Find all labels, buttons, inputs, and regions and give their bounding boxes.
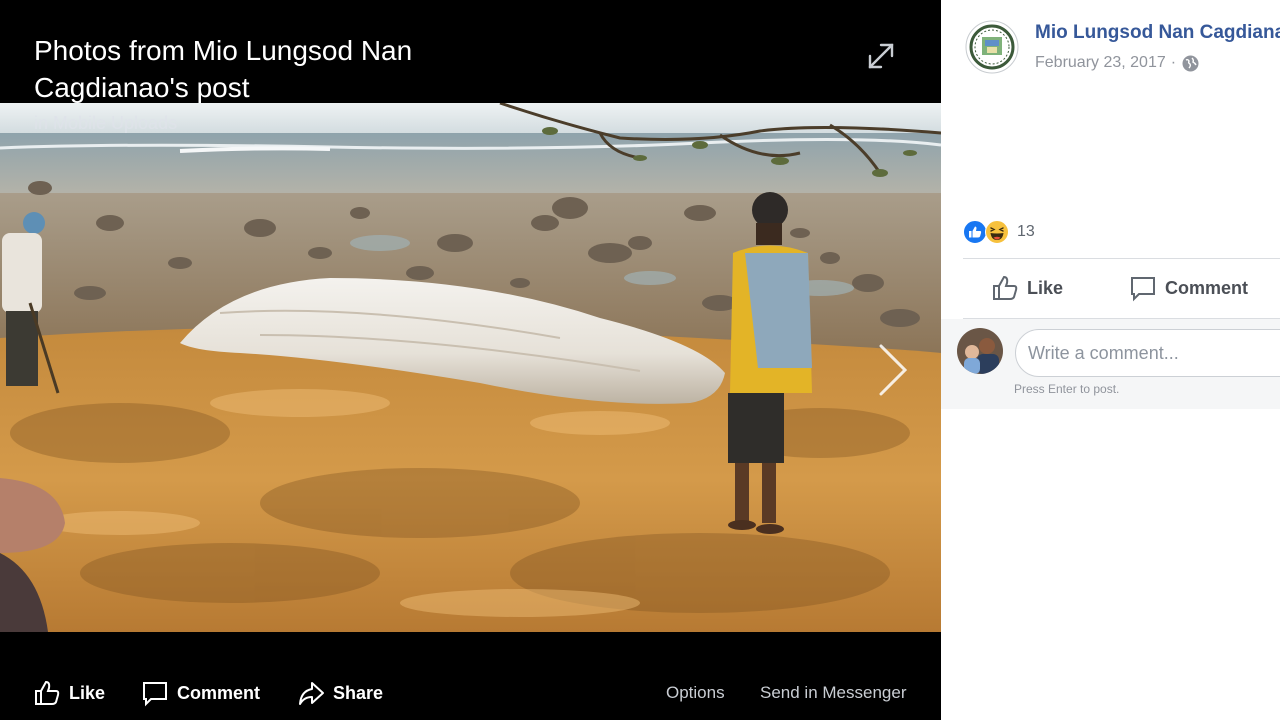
comment-hint: Press Enter to post. xyxy=(1014,382,1120,396)
photo-viewer: Photos from Mio Lungsod Nan Cagdianao's … xyxy=(0,0,1280,720)
reactions-summary[interactable]: 13 xyxy=(963,220,1035,244)
theater-action-bar: Like Comment Share Options Send in Messe… xyxy=(0,670,941,715)
like-button[interactable]: Like xyxy=(33,678,105,708)
comment-icon xyxy=(1131,277,1155,302)
album-link[interactable]: in Mobile Uploads xyxy=(34,113,177,134)
post-comment-button[interactable]: Comment xyxy=(1129,272,1248,304)
post-like-button[interactable]: Like xyxy=(991,272,1063,304)
share-icon xyxy=(299,682,324,705)
send-in-messenger-button[interactable]: Send in Messenger xyxy=(760,678,906,708)
like-reaction-icon xyxy=(963,220,987,244)
post-comment-label: Comment xyxy=(1165,277,1249,298)
avatar[interactable] xyxy=(957,328,1003,374)
post-date[interactable]: February 23, 2017 xyxy=(1035,54,1166,72)
post-side-panel: Mio Lungsod Nan Cagdianao February 23, 2… xyxy=(941,0,1280,720)
share-button[interactable]: Share xyxy=(297,678,383,708)
divider xyxy=(963,258,1280,259)
post-meta: February 23, 2017 · xyxy=(1035,54,1199,72)
comment-composer: Press Enter to post. xyxy=(941,319,1280,409)
thumbs-up-icon xyxy=(35,680,60,705)
reaction-count: 13 xyxy=(1017,223,1035,240)
page-name-link[interactable]: Mio Lungsod Nan Cagdianao xyxy=(1035,22,1280,44)
page-avatar[interactable] xyxy=(965,20,1019,74)
comment-icon xyxy=(143,682,167,707)
comment-button[interactable]: Comment xyxy=(141,678,260,708)
chevron-right-icon[interactable] xyxy=(873,340,913,400)
share-label: Share xyxy=(333,682,384,703)
like-label: Like xyxy=(69,682,106,703)
comment-label: Comment xyxy=(177,682,261,703)
comment-input[interactable] xyxy=(1015,329,1280,377)
photo-theater: Photos from Mio Lungsod Nan Cagdianao's … xyxy=(0,0,941,720)
post-photo[interactable] xyxy=(0,103,941,632)
expand-icon[interactable] xyxy=(866,41,896,71)
date-separator: · xyxy=(1170,54,1177,71)
globe-icon xyxy=(1182,55,1199,71)
options-button[interactable]: Options xyxy=(666,678,725,708)
thumbs-up-icon xyxy=(993,275,1018,300)
post-like-label: Like xyxy=(1027,277,1064,298)
haha-reaction-icon xyxy=(985,220,1009,244)
photo-title: Photos from Mio Lungsod Nan Cagdianao's … xyxy=(34,35,413,103)
